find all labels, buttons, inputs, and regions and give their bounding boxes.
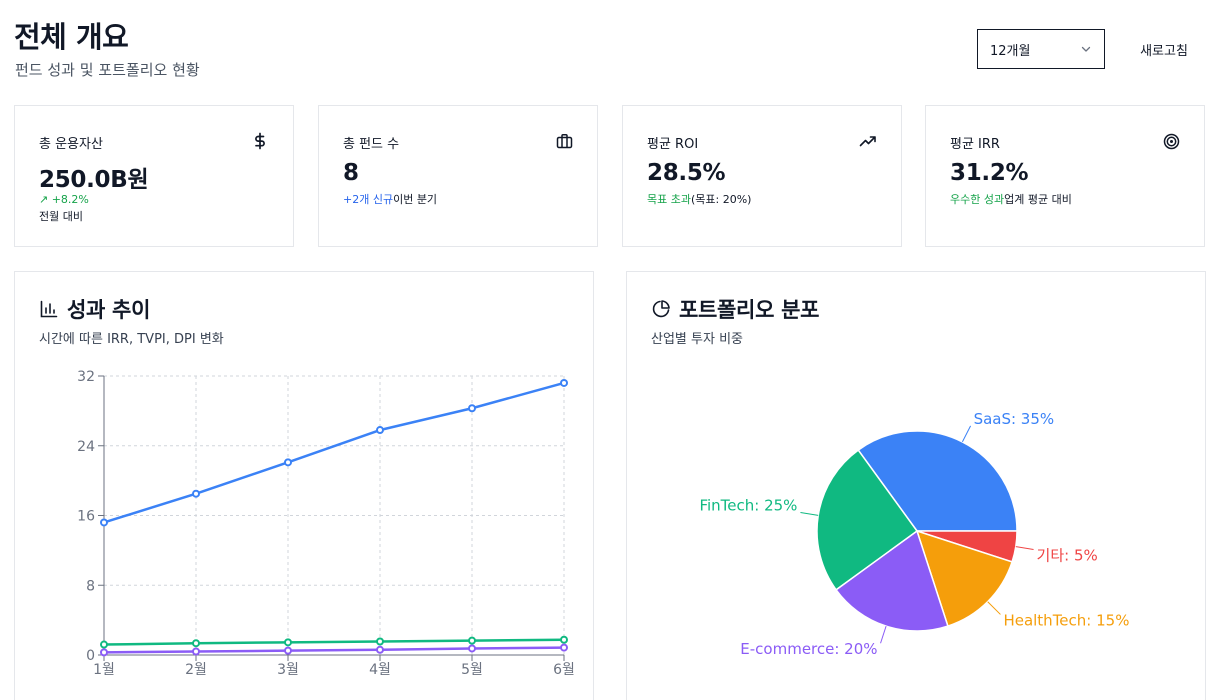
y-tick-label: 8	[86, 578, 95, 594]
kpi-change: 우수한 성과	[950, 193, 1005, 206]
data-point	[376, 645, 384, 654]
kpi-sub-text: 업계 평균 대비	[1004, 193, 1072, 206]
kpi-sub-text: 이번 분기	[393, 193, 438, 206]
performance-panel: 성과 추이 시간에 따른 IRR, TVPI, DPI 변화 0 8 16 24 32 1…	[14, 271, 594, 700]
portfolio-panel: 포트폴리오 분포 산업별 투자 비중 SaaS: 35% 기타: 5% Health…	[626, 271, 1206, 700]
data-point	[284, 458, 292, 467]
refresh-button[interactable]: 새로고침	[1126, 29, 1202, 69]
kpi-value: 250.0B원	[39, 167, 149, 193]
pie-label: HealthTech: 15%	[1003, 611, 1129, 629]
data-point	[376, 637, 384, 646]
series-line-1	[103, 638, 565, 646]
series-line-2	[103, 646, 565, 654]
kpi-sub: ↗ +8.2% 전월 대비	[39, 191, 89, 225]
briefcase-icon	[555, 132, 573, 150]
data-point	[192, 639, 200, 648]
kpi-sub-text: (목표: 20%)	[690, 193, 752, 206]
data-point	[468, 644, 476, 653]
kpi-title: 총 펀드 수	[343, 137, 400, 152]
kpi-card-fund-count: 총 펀드 수 8 +2개 신규이번 분기	[318, 105, 598, 247]
portfolio-pie-chart: SaaS: 35% 기타: 5% HealthTech: 15% E-commerce…	[699, 410, 1129, 658]
pie-label-line	[961, 425, 972, 443]
kpi-title: 평균 IRR	[950, 137, 1000, 152]
target-icon	[1162, 132, 1180, 150]
kpi-value: 31.2%	[950, 160, 1029, 186]
pie-label: SaaS: 35%	[974, 410, 1055, 428]
kpi-sub: 우수한 성과업계 평균 대비	[950, 191, 1072, 208]
kpi-change: 목표 초과	[647, 193, 691, 206]
dollar-icon	[251, 132, 269, 150]
kpi-sub: 목표 초과(목표: 20%)	[647, 191, 751, 208]
chevron-down-icon	[1080, 43, 1092, 55]
pie-label-line	[880, 625, 887, 644]
page-subtitle: 펀드 성과 및 포트폴리오 현황	[15, 61, 200, 79]
kpi-value: 8	[343, 160, 359, 186]
pie-label: E-commerce: 20%	[740, 640, 877, 658]
pie-label: FinTech: 25%	[699, 497, 797, 515]
pie-label: 기타: 5%	[1037, 546, 1098, 564]
kpi-change: +2개 신규	[343, 193, 394, 206]
data-point	[192, 647, 200, 656]
kpi-value: 28.5%	[647, 160, 726, 186]
y-tick-label: 32	[77, 369, 95, 385]
data-point	[192, 489, 200, 498]
data-point	[100, 640, 108, 649]
x-tick-label: 6월	[553, 662, 575, 678]
page-title: 전체 개요	[14, 20, 129, 54]
kpi-card-roi: 평균 ROI 28.5% 목표 초과(목표: 20%)	[622, 105, 902, 247]
kpi-sub: +2개 신규이번 분기	[343, 191, 437, 208]
x-tick-label: 3월	[277, 662, 299, 678]
data-point	[560, 635, 568, 644]
data-point	[560, 643, 568, 652]
y-tick-label: 24	[77, 439, 95, 455]
pie-label-line	[987, 601, 1001, 615]
kpi-title: 평균 ROI	[647, 137, 699, 152]
data-point	[560, 378, 568, 387]
period-select[interactable]: 12개월	[977, 29, 1105, 69]
data-point	[100, 648, 108, 657]
kpi-sub-text: 전월 대비	[39, 210, 83, 223]
x-tick-label: 1월	[93, 662, 115, 678]
data-point	[284, 646, 292, 655]
data-point	[376, 426, 384, 435]
performance-line-chart: 081624321월 2월 3월 4월 5월 6월	[77, 369, 575, 678]
kpi-card-irr: 평균 IRR 31.2% 우수한 성과업계 평균 대비	[925, 105, 1205, 247]
data-point	[468, 404, 476, 413]
pie-label-line	[800, 512, 819, 516]
data-point	[284, 638, 292, 647]
y-tick-label: 16	[77, 509, 95, 525]
x-tick-label: 4월	[369, 662, 391, 678]
x-tick-label: 5월	[461, 662, 483, 678]
pie-label-line	[1015, 546, 1034, 550]
period-select-value: 12개월	[990, 43, 1031, 59]
kpi-card-aum: 총 운용자산 250.0B원 ↗ +8.2% 전월 대비	[14, 105, 294, 247]
data-point	[468, 636, 476, 645]
kpi-title: 총 운용자산	[39, 137, 103, 152]
x-tick-label: 2월	[185, 662, 207, 678]
data-point	[100, 518, 108, 527]
series-line-0	[103, 381, 565, 524]
kpi-change: ↗ +8.2%	[39, 193, 89, 206]
trending-up-icon	[859, 132, 877, 150]
